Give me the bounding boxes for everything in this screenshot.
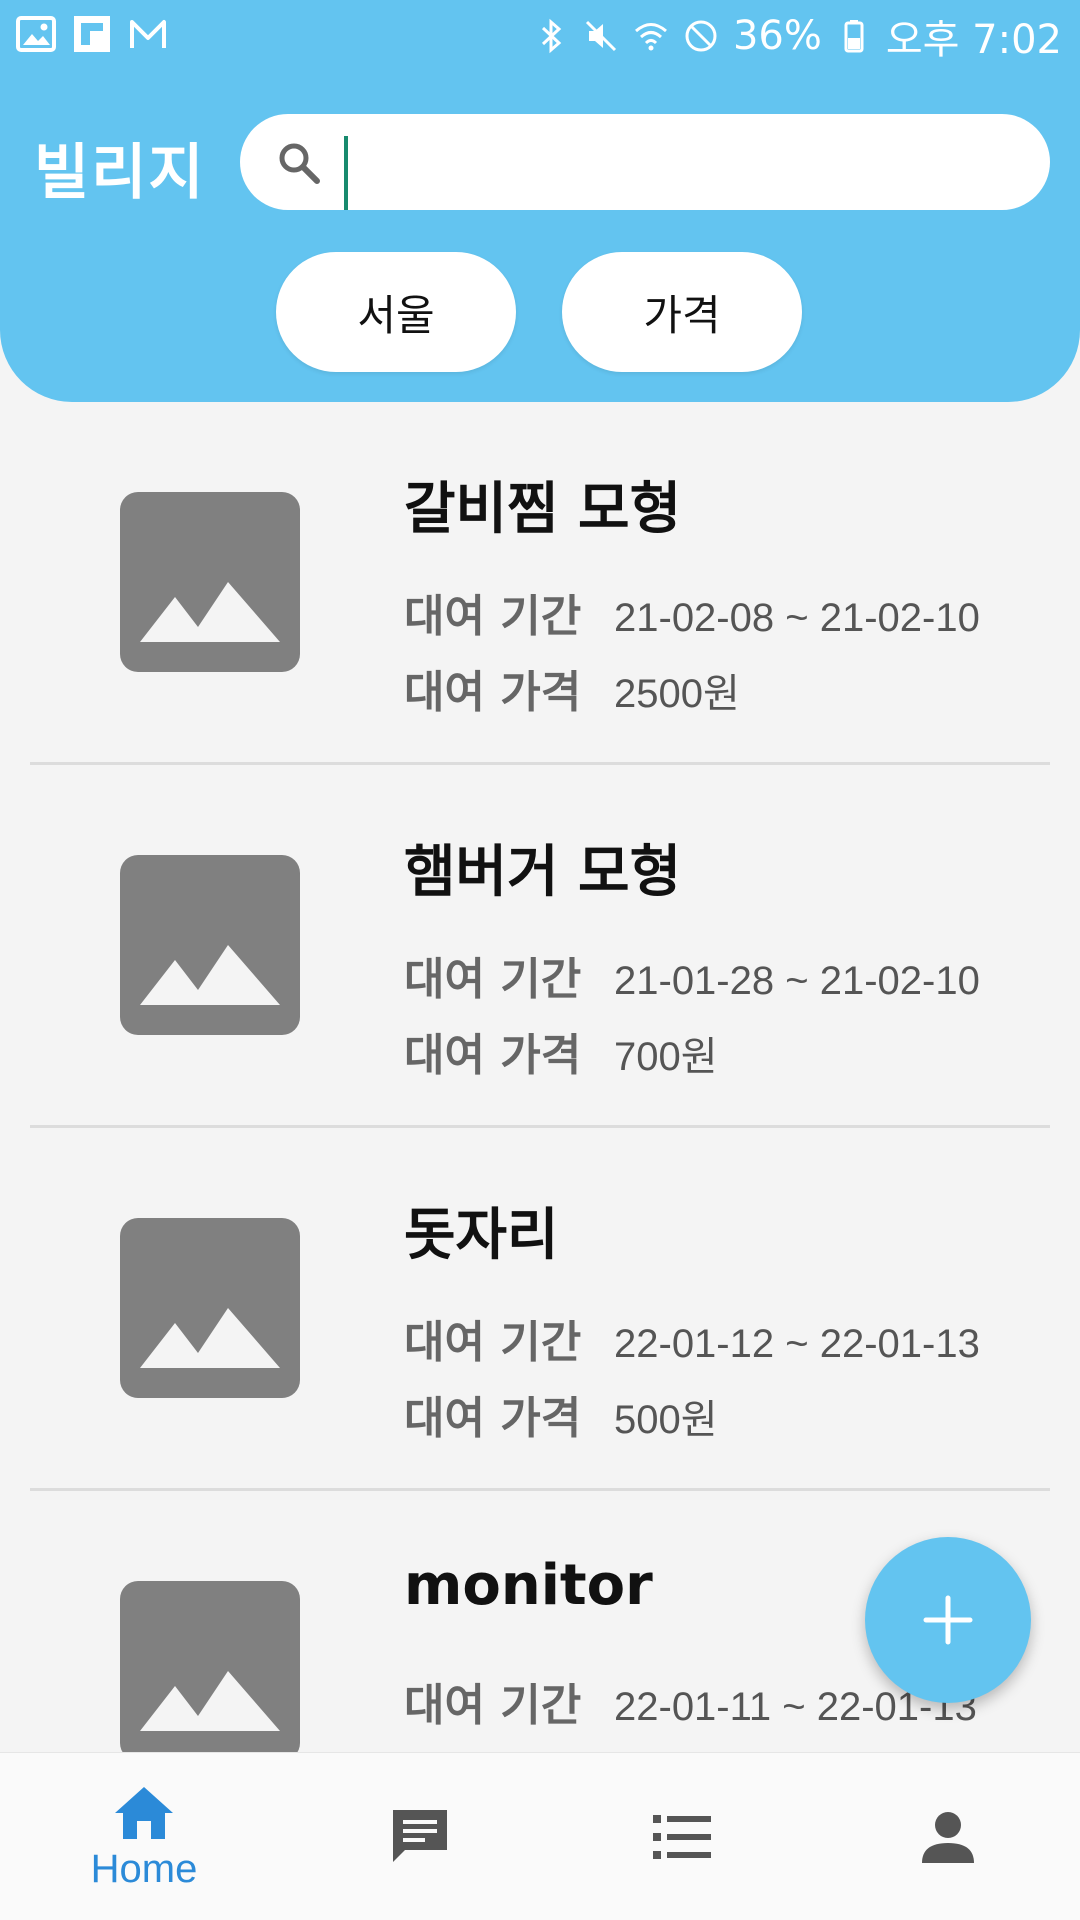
image-placeholder-icon bbox=[120, 492, 300, 672]
wifi-icon bbox=[634, 23, 667, 51]
text-cursor bbox=[344, 136, 348, 210]
bottom-navigation: Home bbox=[0, 1752, 1080, 1920]
list-icon bbox=[653, 1815, 711, 1859]
list-item[interactable]: 돗자리 대여 기간 22-01-12 ~ 22-01-13 대여 가격 500원 bbox=[0, 1128, 1080, 1491]
bluetooth-icon bbox=[541, 18, 562, 54]
item-title: 돗자리 bbox=[404, 1203, 559, 1268]
period-label: 대여 기간 bbox=[404, 954, 582, 1005]
region-filter-chip[interactable]: 서울 bbox=[276, 252, 516, 372]
clock: 오후 7:02 bbox=[885, 17, 1062, 63]
search-input[interactable] bbox=[344, 132, 1024, 192]
search-box[interactable] bbox=[240, 114, 1050, 210]
app-header: 36% 오후 7:02 빌리지 서울 가격 bbox=[0, 0, 1080, 402]
period-value: 21-01-28 ~ 21-02-10 bbox=[614, 959, 980, 1003]
app-title: 빌리지 bbox=[34, 138, 206, 208]
mute-icon bbox=[585, 20, 617, 52]
price-label: 대여 가격 bbox=[404, 667, 582, 718]
image-placeholder-icon bbox=[120, 1218, 300, 1398]
period-label: 대여 기간 bbox=[404, 1680, 582, 1731]
image-placeholder-icon bbox=[120, 855, 300, 1035]
period-label: 대여 기간 bbox=[404, 591, 582, 642]
price-label: 대여 가격 bbox=[404, 1030, 582, 1081]
image-placeholder-icon bbox=[120, 1581, 300, 1761]
do-not-disturb-icon bbox=[685, 20, 717, 52]
list-item[interactable]: 갈비찜 모형 대여 기간 21-02-08 ~ 21-02-10 대여 가격 2… bbox=[0, 402, 1080, 765]
price-filter-chip[interactable]: 가격 bbox=[562, 252, 802, 372]
period-value: 22-01-12 ~ 22-01-13 bbox=[614, 1322, 980, 1366]
plus-icon bbox=[923, 1595, 973, 1645]
battery-percentage: 36% bbox=[732, 13, 822, 59]
price-value: 500원 bbox=[614, 1398, 718, 1442]
search-icon bbox=[279, 143, 320, 184]
nav-home-label: Home bbox=[90, 1846, 198, 1891]
status-bar: 36% 오후 7:02 bbox=[0, 0, 1080, 72]
list-item[interactable]: 햄버거 모형 대여 기간 21-01-28 ~ 21-02-10 대여 가격 7… bbox=[0, 765, 1080, 1128]
price-value: 2500원 bbox=[614, 672, 740, 716]
price-label: 대여 가격 bbox=[404, 1393, 582, 1444]
nav-home[interactable]: Home bbox=[44, 1753, 244, 1920]
flipboard-notification-icon bbox=[74, 16, 110, 52]
period-value: 21-02-08 ~ 21-02-10 bbox=[614, 596, 980, 640]
battery-icon bbox=[844, 20, 864, 53]
item-title: monitor bbox=[404, 1553, 653, 1618]
item-title: 햄버거 모형 bbox=[404, 840, 682, 905]
chat-icon bbox=[393, 1810, 447, 1862]
home-icon bbox=[115, 1786, 173, 1839]
nav-profile[interactable] bbox=[848, 1753, 1048, 1920]
add-item-button[interactable] bbox=[865, 1537, 1031, 1703]
gallery-notification-icon bbox=[16, 16, 56, 52]
price-value: 700원 bbox=[614, 1035, 718, 1079]
nav-chat[interactable] bbox=[320, 1753, 520, 1920]
profile-icon bbox=[922, 1812, 974, 1863]
nav-list[interactable] bbox=[582, 1753, 782, 1920]
item-title: 갈비찜 모형 bbox=[404, 477, 682, 542]
gmail-notification-icon bbox=[130, 20, 166, 48]
period-label: 대여 기간 bbox=[404, 1317, 582, 1368]
